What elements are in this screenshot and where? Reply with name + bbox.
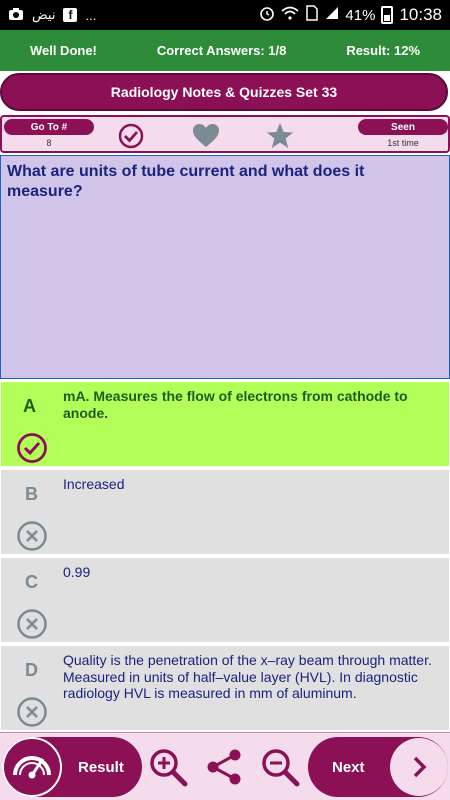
bottom-bar: Result Next <box>0 732 450 800</box>
seen-label: Seen <box>358 119 448 135</box>
clock: 10:38 <box>399 5 442 24</box>
goto-button[interactable]: Go To # 8 <box>4 119 94 151</box>
question-panel: What are units of tube current and what … <box>0 155 450 379</box>
answer-text: Increased <box>63 476 125 492</box>
battery-percent: 41% <box>345 6 376 24</box>
gauge-icon <box>2 737 62 797</box>
camera-icon <box>8 7 24 24</box>
answer-text: 0.99 <box>63 564 91 580</box>
well-done-text: Well Done! <box>29 43 97 58</box>
wrong-x-icon <box>16 696 48 728</box>
answer-option-d[interactable]: D Quality is the penetration of the x–ra… <box>0 645 450 731</box>
quiz-title: Radiology Notes & Quizzes Set 33 <box>0 73 448 111</box>
result-text: Result: 12% <box>346 43 421 58</box>
answer-text: Quality is the penetration of the x–ray … <box>63 652 432 701</box>
share-icon[interactable] <box>204 747 244 787</box>
goto-label: Go To # <box>4 119 94 135</box>
question-text: What are units of tube current and what … <box>7 163 365 200</box>
next-button-label: Next <box>332 758 365 776</box>
answer-letter: D <box>25 660 38 680</box>
facebook-icon: f <box>63 8 78 22</box>
correct-answers-text: Correct Answers: 1/8 <box>156 43 287 58</box>
answer-option-a[interactable]: A mA. Measures the flow of electrons fro… <box>0 381 450 467</box>
seen-button[interactable]: Seen 1st time <box>358 119 448 151</box>
carrier-text: نيض <box>32 7 56 22</box>
no-sim-icon <box>305 5 319 25</box>
next-button[interactable]: Next <box>308 737 448 797</box>
answer-option-c[interactable]: C 0.99 <box>0 557 450 643</box>
star-icon[interactable] <box>266 122 294 150</box>
check-circle-icon[interactable] <box>117 122 145 150</box>
score-bar: Well Done! Correct Answers: 1/8 Result: … <box>0 30 450 71</box>
zoom-in-icon[interactable] <box>148 747 188 787</box>
answer-letter: C <box>25 572 38 592</box>
quiz-controls: Go To # 8 Seen 1st time <box>0 115 450 153</box>
heart-icon[interactable] <box>192 122 220 150</box>
seen-value: 1st time <box>387 138 419 148</box>
zoom-out-icon[interactable] <box>260 747 300 787</box>
wrong-x-icon <box>16 520 48 552</box>
result-button[interactable]: Result <box>2 737 142 797</box>
correct-check-icon <box>16 432 48 464</box>
answer-option-b[interactable]: B Increased <box>0 469 450 555</box>
answer-letter: A <box>23 396 36 416</box>
goto-value: 8 <box>46 138 52 148</box>
more-notifications: ... <box>85 7 97 23</box>
result-button-label: Result <box>78 758 124 776</box>
answer-text: mA. Measures the flow of electrons from … <box>63 388 408 421</box>
status-bar: نيض f ... 41% 10:38 <box>0 0 450 30</box>
wifi-icon <box>281 6 300 24</box>
alarm-icon <box>259 5 275 25</box>
signal-icon <box>325 6 339 24</box>
answer-letter: B <box>25 484 38 504</box>
wrong-x-icon <box>16 608 48 640</box>
chevron-right-icon <box>390 738 448 796</box>
battery-icon <box>381 6 394 24</box>
